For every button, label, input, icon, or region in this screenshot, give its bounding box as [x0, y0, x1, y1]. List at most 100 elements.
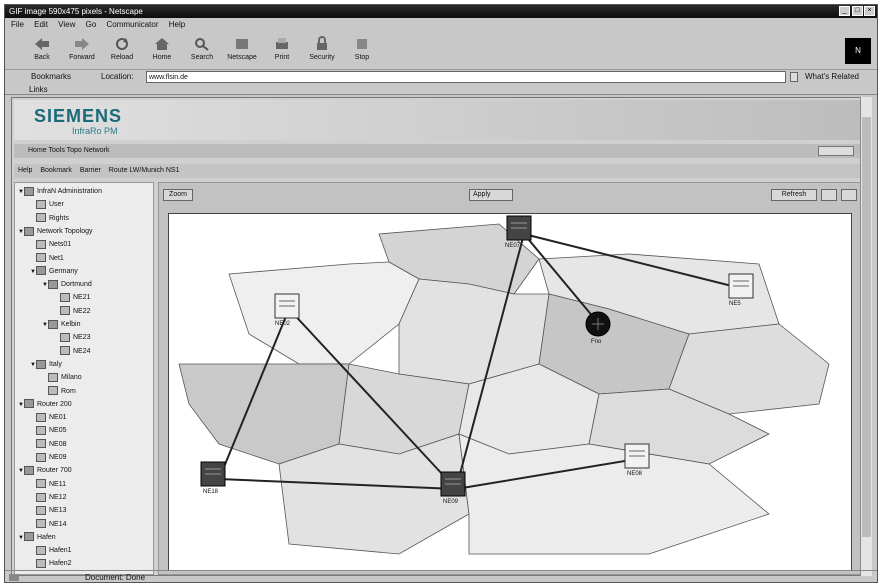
menu-go[interactable]: Go [86, 20, 97, 29]
nav-help[interactable]: Help [18, 167, 32, 174]
tree-item[interactable]: ▼ Italy [30, 359, 62, 370]
menu-communicator[interactable]: Communicator [107, 20, 159, 29]
tree-item[interactable]: ▼ Hafen [18, 532, 56, 543]
security-icon[interactable] [9, 574, 19, 581]
device-icon [36, 492, 46, 502]
nav-barrier[interactable]: Barrier [80, 167, 101, 174]
security-button[interactable]: Security [305, 34, 339, 68]
tree-item[interactable]: NE14 [30, 519, 67, 530]
tree-item-label: Kelbin [61, 321, 81, 328]
tree-item[interactable]: Rom [42, 386, 76, 397]
tree-item[interactable]: ▼ Network Topology [18, 226, 93, 237]
netscape-button[interactable]: Netscape [225, 34, 259, 68]
tree-item-label: Network Topology [37, 227, 93, 235]
tree-item[interactable]: ▼ InfraN Administration [18, 186, 102, 197]
bookmarks-button[interactable]: Bookmarks [31, 71, 71, 83]
url-dropdown-icon[interactable] [790, 72, 798, 82]
node-fno[interactable]: Fno [583, 309, 613, 345]
tree-item[interactable]: User [30, 199, 64, 210]
tree-item[interactable]: NE12 [30, 492, 67, 503]
web-page: SIEMENS InfraRo PM Home Tools Topo Netwo… [11, 97, 863, 576]
tree-item[interactable]: NE09 [30, 452, 67, 463]
device-icon [48, 372, 58, 382]
tree-item[interactable]: ▼ Dortmund [42, 279, 92, 290]
tree-item[interactable]: NE23 [54, 332, 91, 343]
menu-view[interactable]: View [58, 20, 75, 29]
back-button[interactable]: Back [25, 34, 59, 68]
tree-item-label: NE13 [49, 507, 67, 515]
node-label: Fno [591, 339, 602, 345]
search-icon [195, 38, 209, 51]
tree-item[interactable]: Net1 [30, 253, 64, 264]
tree-item[interactable]: NE22 [54, 306, 91, 317]
status-text: Document: Done [85, 573, 146, 582]
url-input[interactable]: www.flsin.de [146, 71, 786, 83]
search-button[interactable]: Search [185, 34, 219, 68]
print-map-icon[interactable] [821, 189, 837, 201]
tree-item-label: Router 700 [37, 467, 72, 475]
node-ne08[interactable]: NE08 [623, 442, 653, 478]
reload-button[interactable]: Reload [105, 34, 139, 68]
page-scrollbar[interactable] [860, 97, 872, 576]
minimize-button[interactable]: _ [839, 6, 850, 16]
tree-item[interactable]: NE05 [30, 425, 67, 436]
print-button[interactable]: Print [265, 34, 299, 68]
node-ne09[interactable]: NE09 [439, 470, 469, 506]
whats-related-button[interactable]: What's Related [805, 71, 859, 83]
tree-item[interactable]: ▼ Kelbin [42, 319, 80, 330]
tree-item[interactable]: NE01 [30, 412, 67, 423]
scrollbar-thumb[interactable] [862, 117, 871, 537]
tree-item[interactable]: ▼ Router 200 [18, 399, 72, 410]
tree-item[interactable]: Rights [30, 213, 69, 224]
tree-item[interactable]: Hafen2 [30, 558, 72, 569]
links-label[interactable]: Links [29, 85, 48, 94]
back-label: Back [34, 54, 50, 61]
home-button[interactable]: Home [145, 34, 179, 68]
device-icon [60, 306, 70, 316]
forward-label: Forward [69, 54, 95, 61]
zoom-button[interactable]: Zoom [163, 189, 193, 201]
tree-item[interactable]: Hafen1 [30, 545, 72, 556]
device-icon [36, 213, 46, 223]
germany-map [178, 223, 830, 555]
tree-item[interactable]: NE24 [54, 346, 91, 357]
forward-button[interactable]: Forward [65, 34, 99, 68]
node-ne02[interactable]: NE02 [273, 292, 303, 327]
close-button[interactable]: × [864, 6, 875, 16]
tree-item[interactable]: Milano [42, 372, 82, 383]
tree-item[interactable]: NE11 [30, 479, 66, 490]
refresh-button[interactable]: Refresh [771, 189, 817, 201]
nav-route[interactable]: Route LW/Munich NS1 [109, 167, 180, 174]
tree-item[interactable]: ▼ Germany [30, 266, 78, 277]
menu-file[interactable]: File [11, 20, 24, 29]
node-ne18[interactable]: NE18 [199, 460, 229, 496]
device-icon [36, 452, 46, 462]
apply-select[interactable]: Apply [469, 189, 513, 201]
tree-item[interactable]: NE21 [54, 292, 91, 303]
device-icon [36, 479, 46, 489]
node-ne07[interactable]: NE07 [505, 214, 535, 249]
title-bar: GIF image 590x475 pixels - Netscape _ □ … [5, 5, 877, 18]
device-icon [60, 293, 70, 303]
siemens-logo: SIEMENS [34, 106, 123, 126]
document-icon [624, 443, 650, 469]
tree-item[interactable]: ▼ Router 700 [18, 465, 72, 476]
menu-help[interactable]: Help [169, 20, 185, 29]
tree-item-label: NE24 [73, 347, 91, 355]
status-bar: Document: Done [5, 570, 877, 583]
breadcrumb-text[interactable]: Home Tools Topo Network [28, 147, 109, 154]
export-map-icon[interactable] [841, 189, 857, 201]
tree-item[interactable]: Nets01 [30, 239, 71, 250]
router-icon [585, 311, 611, 337]
node-ne5[interactable]: NE5 [727, 272, 757, 307]
nav-bookmark[interactable]: Bookmark [40, 167, 72, 174]
network-map[interactable]: NE07 NE5 NE02 Fno NE18 NE09 NE08 [168, 213, 852, 571]
tree-item-label: Italy [49, 360, 62, 368]
window-controls-icon[interactable] [818, 146, 854, 156]
page-header: SIEMENS InfraRo PM [14, 100, 860, 140]
maximize-button[interactable]: □ [852, 6, 863, 16]
menu-edit[interactable]: Edit [34, 20, 48, 29]
tree-item[interactable]: NE13 [30, 505, 67, 516]
stop-button[interactable]: Stop [345, 34, 379, 68]
tree-item[interactable]: NE08 [30, 439, 67, 450]
